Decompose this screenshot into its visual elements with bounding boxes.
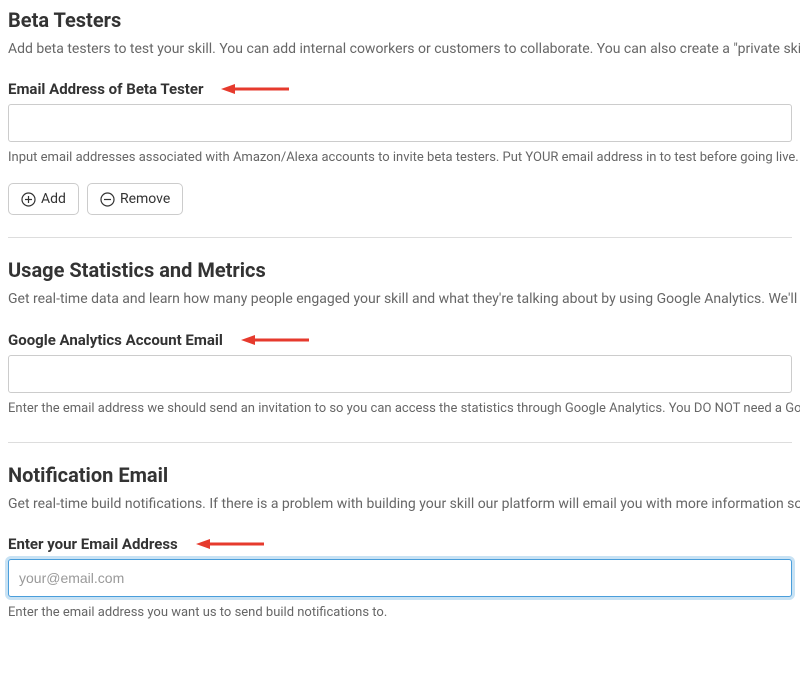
section-title-notification: Notification Email	[8, 463, 792, 487]
field-beta-tester-email: Email Address of Beta Tester Input email…	[8, 80, 792, 169]
help-text-beta-tester: Input email addresses associated with Am…	[8, 147, 792, 169]
section-desc-usage-stats: Get real-time data and learn how many pe…	[8, 288, 792, 310]
section-title-usage-stats: Usage Statistics and Metrics	[8, 258, 792, 282]
section-title-beta-testers: Beta Testers	[8, 8, 792, 32]
divider	[8, 442, 792, 443]
field-label-beta-tester-email: Email Address of Beta Tester	[8, 80, 792, 98]
plus-circle-icon	[21, 192, 36, 207]
section-desc-beta-testers: Add beta testers to test your skill. You…	[8, 38, 792, 60]
add-button[interactable]: Add	[8, 183, 79, 215]
section-notification: Notification Email Get real-time build n…	[8, 463, 792, 624]
section-desc-notification: Get real-time build notifications. If th…	[8, 493, 792, 515]
button-row-beta-testers: Add Remove	[8, 183, 792, 215]
arrow-icon	[241, 333, 311, 347]
field-label-ga-email: Google Analytics Account Email	[8, 331, 792, 349]
arrow-icon	[221, 82, 291, 96]
arrow-icon	[196, 537, 266, 551]
remove-button-label: Remove	[120, 191, 170, 207]
section-usage-stats: Usage Statistics and Metrics Get real-ti…	[8, 258, 792, 419]
notification-email-input[interactable]	[8, 559, 792, 597]
help-text-ga-email: Enter the email address we should send a…	[8, 398, 792, 420]
field-notification-email: Enter your Email Address Enter the email…	[8, 535, 792, 624]
minus-circle-icon	[100, 192, 115, 207]
field-ga-email: Google Analytics Account Email Enter the…	[8, 331, 792, 420]
beta-tester-email-input[interactable]	[8, 104, 792, 142]
field-label-text: Enter your Email Address	[8, 535, 178, 553]
field-label-text: Google Analytics Account Email	[8, 331, 223, 349]
ga-email-input[interactable]	[8, 355, 792, 393]
section-beta-testers: Beta Testers Add beta testers to test yo…	[8, 8, 792, 215]
remove-button[interactable]: Remove	[87, 183, 183, 215]
field-label-text: Email Address of Beta Tester	[8, 80, 203, 98]
help-text-notification: Enter the email address you want us to s…	[8, 602, 792, 624]
divider	[8, 237, 792, 238]
field-label-notification-email: Enter your Email Address	[8, 535, 792, 553]
add-button-label: Add	[41, 191, 66, 207]
